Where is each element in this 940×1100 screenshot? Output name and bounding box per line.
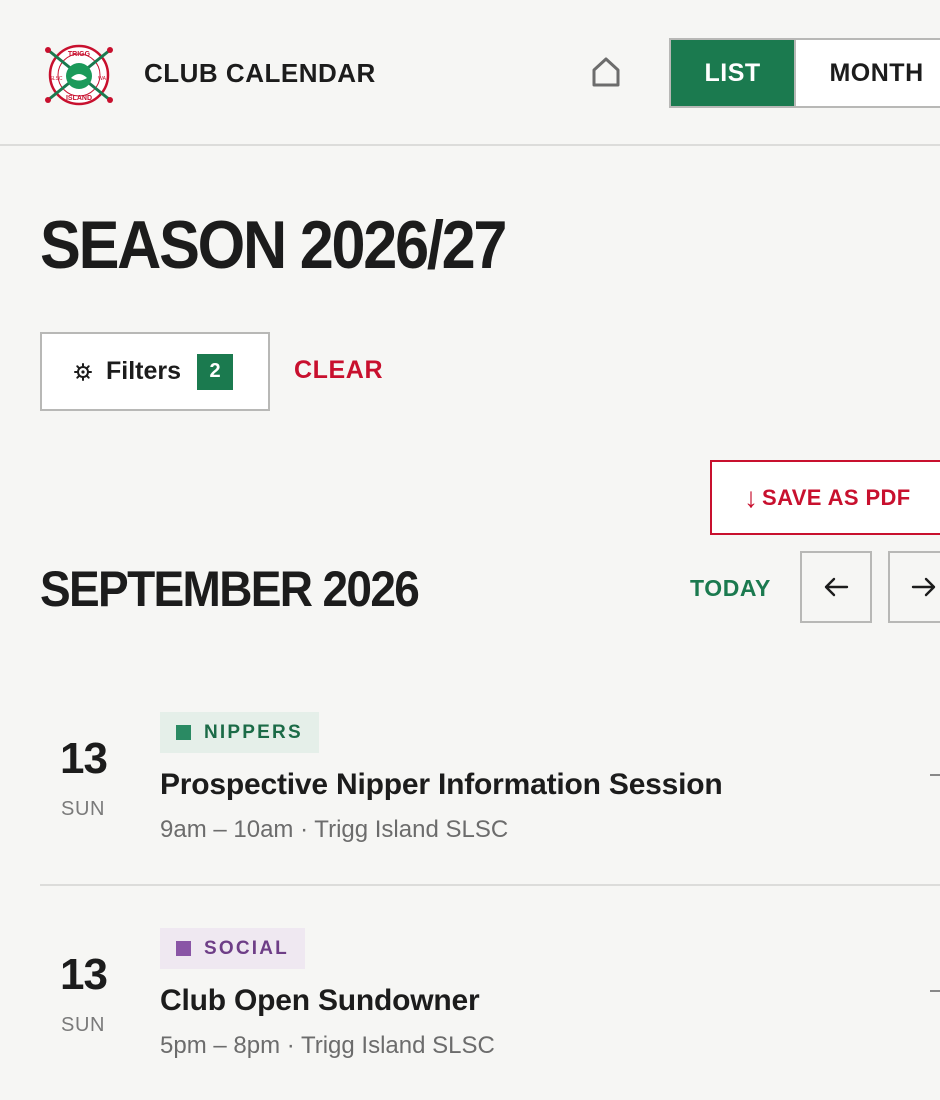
svg-text:SLSC: SLSC — [49, 76, 62, 82]
filters-count-badge: 2 — [197, 353, 234, 390]
event-more-icon[interactable] — [930, 990, 940, 992]
svg-text:TRIGG: TRIGG — [68, 51, 91, 58]
home-button[interactable] — [582, 48, 630, 96]
event-row[interactable]: 13 SUN NIPPERS Prospective Nipper Inform… — [40, 712, 940, 886]
event-category-tag: SOCIAL — [160, 928, 305, 969]
app-header: TRIGG ISLAND SLSC WA CLUB CALENDAR LIST … — [0, 0, 940, 146]
month-title: SEPTEMBER 2026 — [40, 561, 420, 617]
category-color-swatch — [176, 941, 191, 956]
filters-button[interactable]: Filters 2 — [40, 332, 270, 411]
view-toggle: LIST MONTH — [669, 38, 940, 108]
event-title[interactable]: Prospective Nipper Information Session — [160, 768, 723, 802]
arrow-left-icon — [824, 577, 849, 597]
download-arrow-icon: ↓ — [744, 481, 758, 513]
save-pdf-label: SAVE AS PDF — [762, 484, 911, 510]
event-category-label: SOCIAL — [204, 937, 289, 959]
clear-filters-button[interactable]: CLEAR — [294, 356, 383, 385]
home-icon — [592, 57, 620, 87]
event-more-icon[interactable] — [930, 774, 940, 776]
list-view-button[interactable]: LIST — [671, 40, 795, 106]
save-pdf-button[interactable]: ↓ SAVE AS PDF — [710, 460, 940, 535]
event-row[interactable]: 13 SUN SOCIAL Club Open Sundowner 5pm – … — [40, 928, 940, 1100]
season-title: SEASON 2026/27 — [40, 207, 507, 283]
app-title: CLUB CALENDAR — [144, 58, 376, 88]
gear-icon — [74, 362, 92, 381]
next-month-button[interactable] — [888, 551, 940, 623]
today-button[interactable]: TODAY — [690, 575, 771, 602]
month-view-button[interactable]: MONTH — [794, 40, 940, 106]
arrow-right-icon — [911, 577, 936, 597]
event-day-name: SUN — [61, 1014, 106, 1036]
event-day-number: 13 — [60, 950, 108, 999]
event-time-location: 9am – 10am · Trigg Island SLSC — [160, 816, 509, 843]
event-category-label: NIPPERS — [204, 721, 303, 743]
event-day-name: SUN — [61, 798, 106, 820]
event-category-tag: NIPPERS — [160, 712, 319, 753]
event-day-number: 13 — [60, 734, 108, 783]
previous-month-button[interactable] — [800, 551, 872, 623]
calendar-page: TRIGG ISLAND SLSC WA CLUB CALENDAR LIST … — [0, 0, 940, 1100]
filters-label: Filters — [106, 357, 182, 385]
club-logo[interactable]: TRIGG ISLAND SLSC WA — [40, 42, 118, 108]
event-title[interactable]: Club Open Sundowner — [160, 984, 480, 1018]
category-color-swatch — [176, 725, 191, 740]
svg-text:WA: WA — [98, 76, 107, 82]
svg-text:ISLAND: ISLAND — [66, 95, 92, 102]
event-time-location: 5pm – 8pm · Trigg Island SLSC — [160, 1032, 495, 1059]
